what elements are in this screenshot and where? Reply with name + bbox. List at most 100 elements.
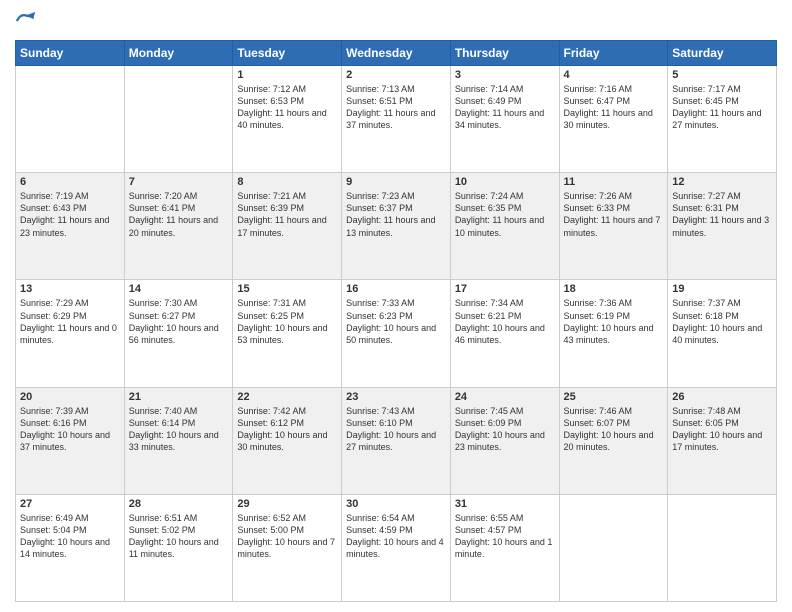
day-info: Sunrise: 7:40 AMSunset: 6:14 PMDaylight:…	[129, 405, 229, 454]
day-info: Sunrise: 7:39 AMSunset: 6:16 PMDaylight:…	[20, 405, 120, 454]
day-number: 24	[455, 391, 555, 403]
weekday-header: Wednesday	[342, 41, 451, 66]
day-number: 2	[346, 69, 446, 81]
day-number: 4	[564, 69, 664, 81]
day-number: 9	[346, 176, 446, 188]
calendar-cell	[124, 66, 233, 173]
calendar-cell: 16 Sunrise: 7:33 AMSunset: 6:23 PMDayligh…	[342, 280, 451, 387]
day-info: Sunrise: 7:37 AMSunset: 6:18 PMDaylight:…	[672, 297, 772, 346]
calendar-cell: 1 Sunrise: 7:12 AMSunset: 6:53 PMDaylight…	[233, 66, 342, 173]
calendar-cell: 31 Sunrise: 6:55 AMSunset: 4:57 PMDayligh…	[450, 494, 559, 601]
day-info: Sunrise: 7:19 AMSunset: 6:43 PMDaylight:…	[20, 190, 120, 239]
day-number: 31	[455, 498, 555, 510]
day-number: 17	[455, 283, 555, 295]
day-info: Sunrise: 7:26 AMSunset: 6:33 PMDaylight:…	[564, 190, 664, 239]
calendar-cell: 23 Sunrise: 7:43 AMSunset: 6:10 PMDayligh…	[342, 387, 451, 494]
day-number: 21	[129, 391, 229, 403]
day-info: Sunrise: 7:29 AMSunset: 6:29 PMDaylight:…	[20, 297, 120, 346]
calendar-cell: 13 Sunrise: 7:29 AMSunset: 6:29 PMDayligh…	[16, 280, 125, 387]
day-info: Sunrise: 6:51 AMSunset: 5:02 PMDaylight:…	[129, 512, 229, 561]
day-number: 8	[237, 176, 337, 188]
day-info: Sunrise: 7:36 AMSunset: 6:19 PMDaylight:…	[564, 297, 664, 346]
calendar-cell: 25 Sunrise: 7:46 AMSunset: 6:07 PMDayligh…	[559, 387, 668, 494]
day-number: 1	[237, 69, 337, 81]
day-number: 15	[237, 283, 337, 295]
calendar-cell: 28 Sunrise: 6:51 AMSunset: 5:02 PMDayligh…	[124, 494, 233, 601]
day-number: 10	[455, 176, 555, 188]
day-info: Sunrise: 7:48 AMSunset: 6:05 PMDaylight:…	[672, 405, 772, 454]
day-number: 6	[20, 176, 120, 188]
day-number: 16	[346, 283, 446, 295]
calendar-cell: 12 Sunrise: 7:27 AMSunset: 6:31 PMDayligh…	[668, 173, 777, 280]
page: SundayMondayTuesdayWednesdayThursdayFrid…	[0, 0, 792, 612]
calendar-cell: 11 Sunrise: 7:26 AMSunset: 6:33 PMDayligh…	[559, 173, 668, 280]
calendar-cell	[668, 494, 777, 601]
weekday-header: Sunday	[16, 41, 125, 66]
calendar-cell: 5 Sunrise: 7:17 AMSunset: 6:45 PMDaylight…	[668, 66, 777, 173]
weekday-header: Monday	[124, 41, 233, 66]
day-info: Sunrise: 6:52 AMSunset: 5:00 PMDaylight:…	[237, 512, 337, 561]
day-number: 23	[346, 391, 446, 403]
day-number: 26	[672, 391, 772, 403]
calendar-cell	[559, 494, 668, 601]
day-number: 28	[129, 498, 229, 510]
calendar-cell: 26 Sunrise: 7:48 AMSunset: 6:05 PMDayligh…	[668, 387, 777, 494]
calendar-cell: 4 Sunrise: 7:16 AMSunset: 6:47 PMDaylight…	[559, 66, 668, 173]
calendar-cell: 9 Sunrise: 7:23 AMSunset: 6:37 PMDaylight…	[342, 173, 451, 280]
day-info: Sunrise: 7:43 AMSunset: 6:10 PMDaylight:…	[346, 405, 446, 454]
calendar-cell: 2 Sunrise: 7:13 AMSunset: 6:51 PMDaylight…	[342, 66, 451, 173]
day-number: 3	[455, 69, 555, 81]
calendar-cell: 21 Sunrise: 7:40 AMSunset: 6:14 PMDayligh…	[124, 387, 233, 494]
calendar-cell: 18 Sunrise: 7:36 AMSunset: 6:19 PMDayligh…	[559, 280, 668, 387]
day-number: 19	[672, 283, 772, 295]
calendar-cell: 30 Sunrise: 6:54 AMSunset: 4:59 PMDayligh…	[342, 494, 451, 601]
day-number: 18	[564, 283, 664, 295]
day-info: Sunrise: 7:33 AMSunset: 6:23 PMDaylight:…	[346, 297, 446, 346]
logo-icon	[15, 10, 37, 32]
day-info: Sunrise: 7:13 AMSunset: 6:51 PMDaylight:…	[346, 83, 446, 132]
day-info: Sunrise: 7:20 AMSunset: 6:41 PMDaylight:…	[129, 190, 229, 239]
calendar-cell: 15 Sunrise: 7:31 AMSunset: 6:25 PMDayligh…	[233, 280, 342, 387]
day-info: Sunrise: 7:12 AMSunset: 6:53 PMDaylight:…	[237, 83, 337, 132]
day-info: Sunrise: 7:42 AMSunset: 6:12 PMDaylight:…	[237, 405, 337, 454]
day-info: Sunrise: 7:14 AMSunset: 6:49 PMDaylight:…	[455, 83, 555, 132]
day-number: 20	[20, 391, 120, 403]
day-info: Sunrise: 6:54 AMSunset: 4:59 PMDaylight:…	[346, 512, 446, 561]
day-number: 13	[20, 283, 120, 295]
day-info: Sunrise: 7:17 AMSunset: 6:45 PMDaylight:…	[672, 83, 772, 132]
weekday-header: Tuesday	[233, 41, 342, 66]
day-info: Sunrise: 6:55 AMSunset: 4:57 PMDaylight:…	[455, 512, 555, 561]
calendar-table: SundayMondayTuesdayWednesdayThursdayFrid…	[15, 40, 777, 602]
day-number: 11	[564, 176, 664, 188]
day-info: Sunrise: 7:30 AMSunset: 6:27 PMDaylight:…	[129, 297, 229, 346]
calendar-cell: 8 Sunrise: 7:21 AMSunset: 6:39 PMDaylight…	[233, 173, 342, 280]
day-info: Sunrise: 7:45 AMSunset: 6:09 PMDaylight:…	[455, 405, 555, 454]
calendar-cell: 3 Sunrise: 7:14 AMSunset: 6:49 PMDaylight…	[450, 66, 559, 173]
day-info: Sunrise: 7:46 AMSunset: 6:07 PMDaylight:…	[564, 405, 664, 454]
calendar-cell: 14Sunrise: 7:30 AMSunset: 6:27 PMDayligh…	[124, 280, 233, 387]
logo	[15, 10, 41, 32]
day-info: Sunrise: 7:23 AMSunset: 6:37 PMDaylight:…	[346, 190, 446, 239]
day-info: Sunrise: 7:27 AMSunset: 6:31 PMDaylight:…	[672, 190, 772, 239]
day-info: Sunrise: 7:31 AMSunset: 6:25 PMDaylight:…	[237, 297, 337, 346]
day-number: 12	[672, 176, 772, 188]
day-info: Sunrise: 7:16 AMSunset: 6:47 PMDaylight:…	[564, 83, 664, 132]
day-info: Sunrise: 6:49 AMSunset: 5:04 PMDaylight:…	[20, 512, 120, 561]
day-number: 25	[564, 391, 664, 403]
day-number: 30	[346, 498, 446, 510]
day-number: 22	[237, 391, 337, 403]
day-number: 7	[129, 176, 229, 188]
calendar-cell: 19 Sunrise: 7:37 AMSunset: 6:18 PMDayligh…	[668, 280, 777, 387]
day-number: 29	[237, 498, 337, 510]
day-number: 5	[672, 69, 772, 81]
header	[15, 10, 777, 32]
weekday-header: Saturday	[668, 41, 777, 66]
day-info: Sunrise: 7:21 AMSunset: 6:39 PMDaylight:…	[237, 190, 337, 239]
calendar-cell: 22 Sunrise: 7:42 AMSunset: 6:12 PMDayligh…	[233, 387, 342, 494]
calendar-cell	[16, 66, 125, 173]
weekday-header: Friday	[559, 41, 668, 66]
calendar-cell: 7 Sunrise: 7:20 AMSunset: 6:41 PMDaylight…	[124, 173, 233, 280]
calendar-cell: 10Sunrise: 7:24 AMSunset: 6:35 PMDayligh…	[450, 173, 559, 280]
calendar-cell: 29 Sunrise: 6:52 AMSunset: 5:00 PMDayligh…	[233, 494, 342, 601]
calendar-cell: 20 Sunrise: 7:39 AMSunset: 6:16 PMDayligh…	[16, 387, 125, 494]
